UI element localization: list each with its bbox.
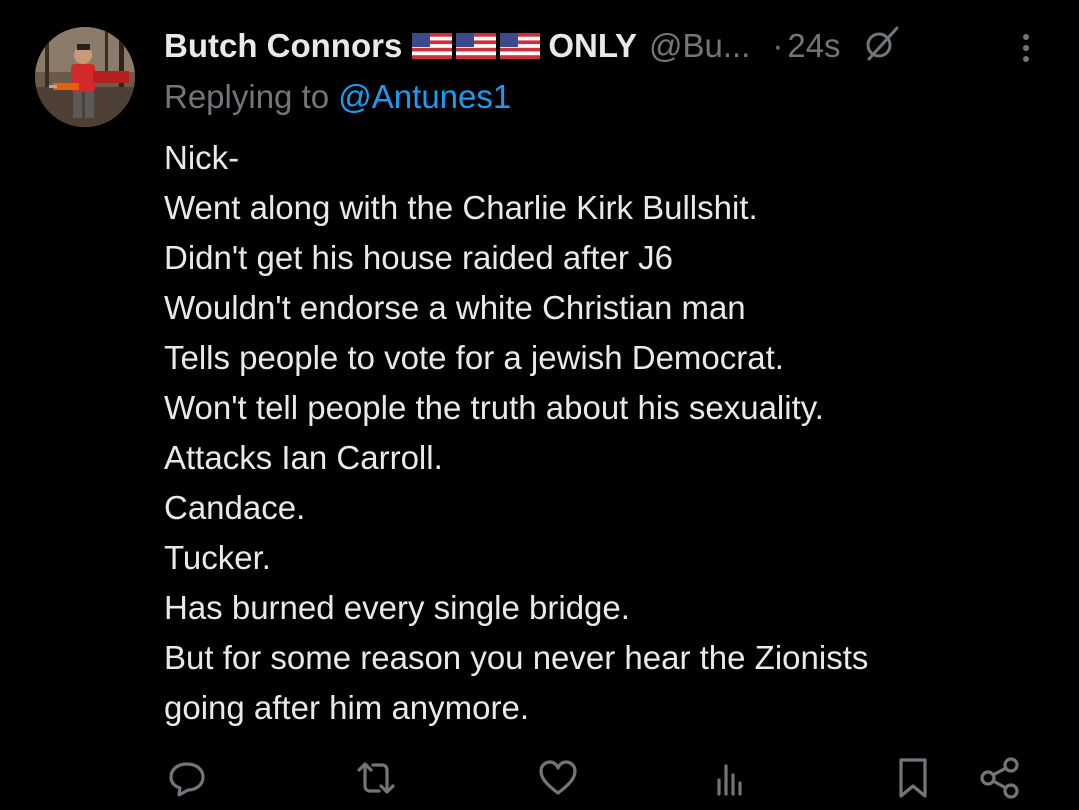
tweet-text-line: Has burned every single bridge. — [164, 589, 630, 626]
reply-button[interactable] — [164, 755, 210, 801]
reply-mention-link[interactable]: @Antunes1 — [338, 78, 511, 115]
retweet-icon — [357, 762, 395, 794]
author-flags — [412, 33, 541, 59]
author-name-suffix[interactable]: ONLY — [548, 27, 637, 65]
tweet[interactable]: Butch Connors ONLY @Bu... · 24s Replying… — [0, 0, 1079, 810]
views-button[interactable] — [707, 755, 753, 801]
replying-to: Replying to @Antunes1 — [164, 78, 511, 116]
tweet-text-line: Went along with the Charlie Kirk Bullshi… — [164, 189, 758, 226]
tweet-text-line: Attacks Ian Carroll. — [164, 439, 443, 476]
tweet-text-line: Tells people to vote for a jewish Democr… — [164, 339, 784, 376]
tweet-text-line: Tucker. — [164, 539, 271, 576]
us-flag-icon — [500, 33, 541, 59]
replying-to-label: Replying to — [164, 78, 330, 115]
timestamp[interactable]: 24s — [787, 27, 840, 65]
us-flag-icon — [412, 33, 453, 59]
tweet-text: Nick- Went along with the Charlie Kirk B… — [164, 133, 1044, 733]
bookmark-icon — [899, 758, 927, 798]
bookmark-button[interactable] — [890, 755, 936, 801]
tweet-text-line: But for some reason you never hear the Z… — [164, 639, 869, 676]
tweet-text-line: Won't tell people the truth about his se… — [164, 389, 824, 426]
tweet-header: Butch Connors ONLY @Bu... · 24s — [164, 22, 901, 70]
views-icon — [717, 764, 742, 796]
share-button[interactable] — [977, 755, 1023, 801]
retweet-button[interactable] — [353, 755, 399, 801]
reply-icon — [169, 762, 205, 797]
avatar[interactable] — [35, 27, 135, 127]
tweet-text-line: Nick- — [164, 139, 240, 176]
action-bar — [0, 755, 1079, 810]
tweet-text-line: Didn't get his house raided after J6 — [164, 239, 673, 276]
like-button[interactable] — [535, 755, 581, 801]
separator-dot: · — [772, 27, 784, 64]
grok-icon[interactable] — [861, 25, 901, 69]
more-icon[interactable] — [1014, 30, 1038, 66]
us-flag-icon — [456, 33, 497, 59]
tweet-text-line: going after him anymore. — [164, 689, 530, 726]
tweet-text-line: Candace. — [164, 489, 306, 526]
like-icon — [539, 760, 577, 795]
share-icon — [980, 757, 1019, 799]
author-display-name[interactable]: Butch Connors — [164, 27, 402, 65]
tweet-text-line: Wouldn't endorse a white Christian man — [164, 289, 746, 326]
author-handle[interactable]: @Bu... — [649, 27, 750, 65]
